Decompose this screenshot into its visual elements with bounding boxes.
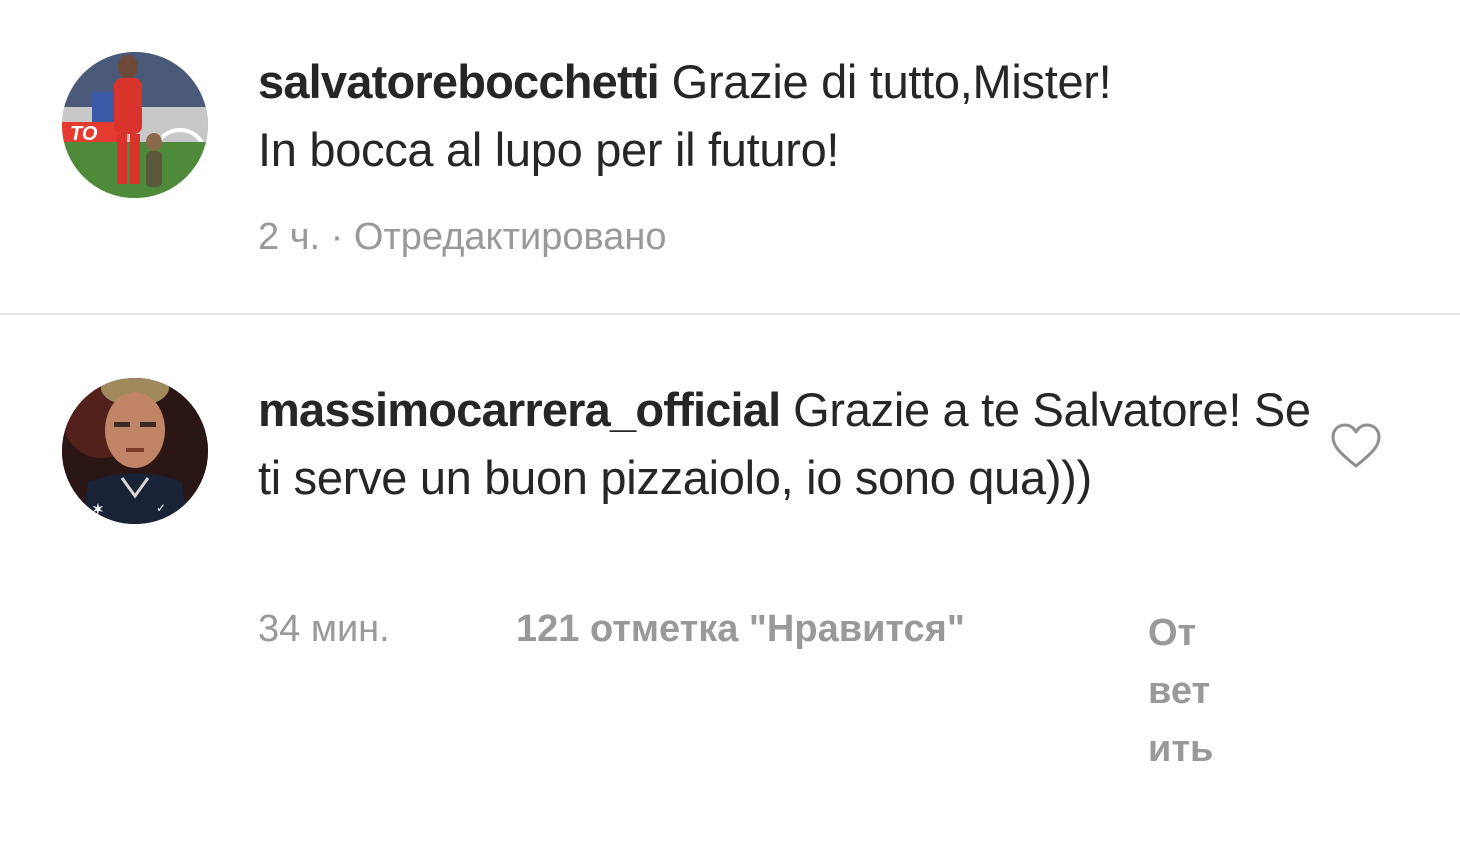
comment-time[interactable]: 2 ч. xyxy=(258,216,320,258)
svg-text:TO: TO xyxy=(70,123,98,145)
reply-button[interactable]: Ответить xyxy=(1148,604,1218,778)
comment-time[interactable]: 34 мин. xyxy=(258,604,390,654)
user-avatar[interactable]: ✶ ✓ xyxy=(62,378,208,524)
heart-outline-icon[interactable] xyxy=(1330,422,1382,470)
user-avatar[interactable]: TO xyxy=(62,52,208,198)
comment-meta: 2 ч. · Отредактировано xyxy=(258,212,667,262)
svg-text:✶: ✶ xyxy=(92,501,104,517)
svg-text:✓: ✓ xyxy=(156,501,166,515)
username-link[interactable]: salvatorebocchetti xyxy=(258,55,660,108)
comments-screen: TO salvatorebocchetti Grazie di tutto,Mi… xyxy=(0,0,1460,868)
comment-body-line1: Grazie di tutto,Mister! xyxy=(658,55,1112,108)
divider xyxy=(0,313,1460,315)
avatar-photo-icon: TO xyxy=(62,52,208,198)
meta-separator: · xyxy=(320,216,354,258)
comment-text: massimocarrera_official Grazie a te Salv… xyxy=(258,376,1318,512)
username-link[interactable]: massimocarrera_official xyxy=(258,383,781,436)
avatar-photo-icon: ✶ ✓ xyxy=(62,378,208,524)
comment-text: salvatorebocchetti Grazie di tutto,Miste… xyxy=(258,48,1358,184)
edited-label: Отредактировано xyxy=(353,216,667,258)
likes-count-link[interactable]: 121 отметка "Нравится" xyxy=(516,604,965,654)
comment-item: TO salvatorebocchetti Grazie di tutto,Mi… xyxy=(0,0,1460,316)
comment-body-line2: In bocca al lupo per il futuro! xyxy=(258,123,840,176)
